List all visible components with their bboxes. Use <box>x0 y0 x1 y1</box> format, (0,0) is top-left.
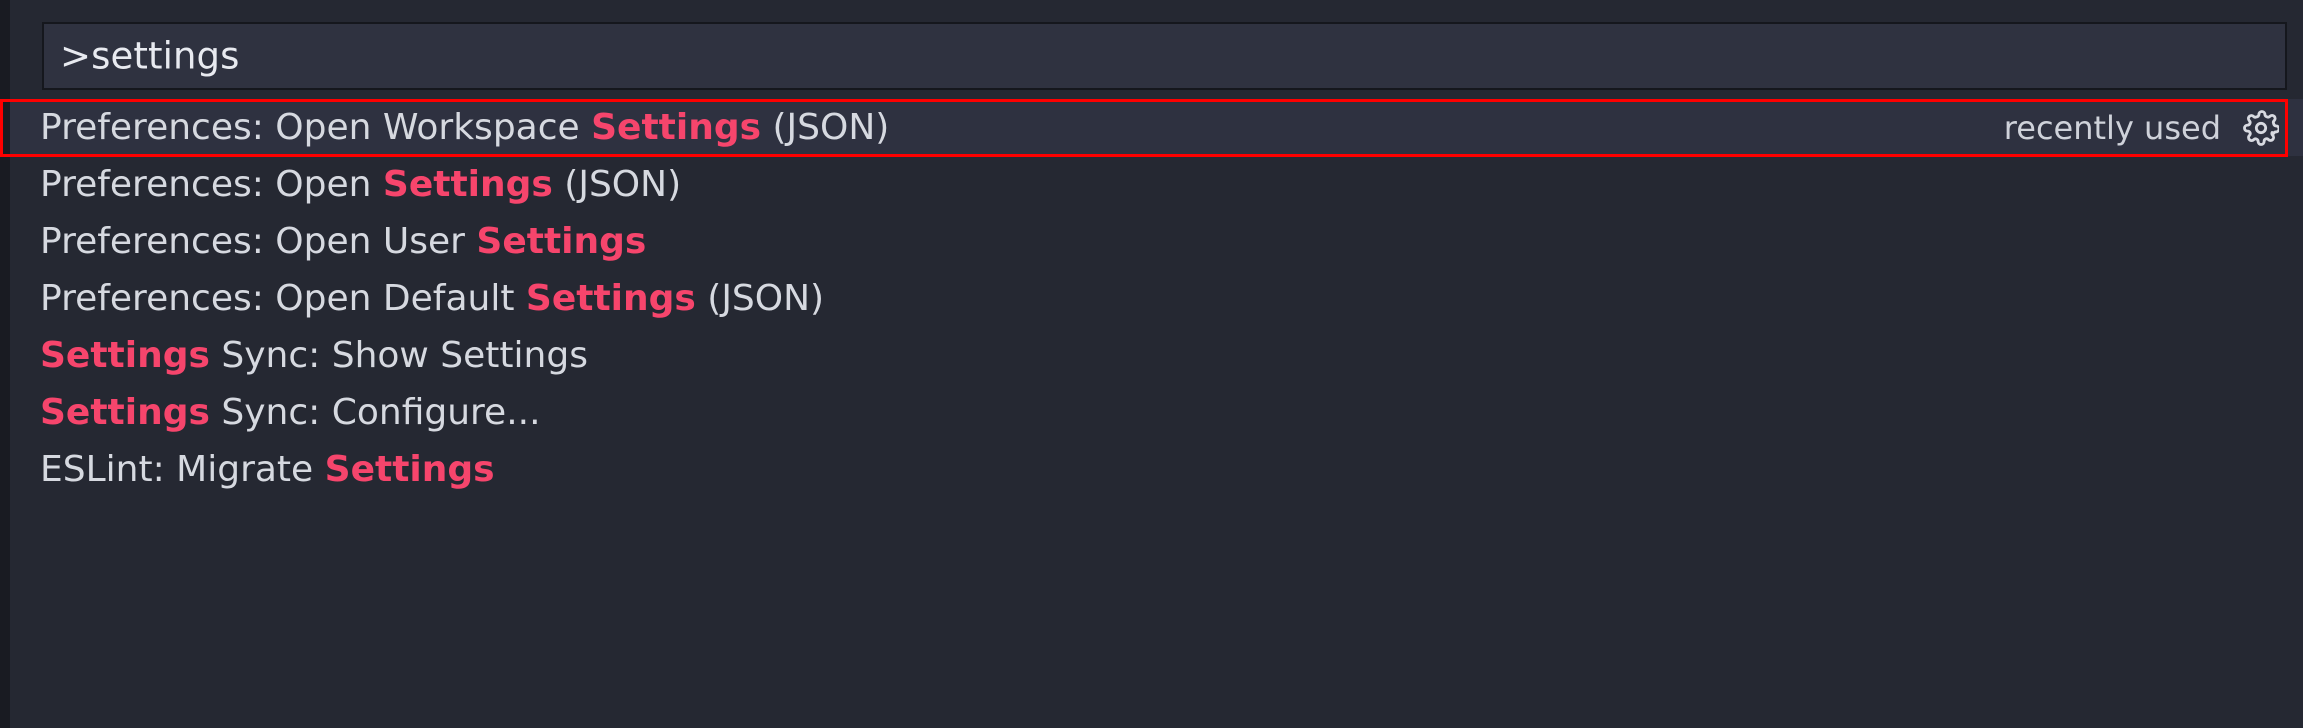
command-result-label: Preferences: Open Settings (JSON) <box>40 163 682 205</box>
result-row-trailing: recently used <box>2004 109 2303 147</box>
match-highlight-text: Settings <box>591 106 762 148</box>
result-text: (JSON) <box>552 163 682 205</box>
command-input-box[interactable]: >settings <box>42 22 2287 90</box>
result-text: Preferences: Open User <box>40 220 477 262</box>
command-result-row[interactable]: Settings Sync: Show Settings <box>10 327 2303 384</box>
result-text: (JSON) <box>761 106 890 148</box>
command-result-row[interactable]: Settings Sync: Configure... <box>10 384 2303 441</box>
result-text: Sync: Configure... <box>209 391 541 433</box>
command-palette: >settings Preferences: Open Workspace Se… <box>10 0 2303 728</box>
match-highlight-text: Settings <box>382 163 553 205</box>
gear-icon[interactable] <box>2243 109 2279 146</box>
result-text: (JSON) <box>695 277 825 319</box>
result-text: Sync: Show Settings <box>209 334 588 376</box>
command-result-row[interactable]: ESLint: Migrate Settings <box>10 441 2303 498</box>
command-input-text: settings <box>91 34 240 78</box>
command-input-value[interactable]: >settings <box>60 35 239 78</box>
command-result-label: Preferences: Open Default Settings (JSON… <box>40 277 825 319</box>
result-text: ESLint: Migrate <box>40 448 325 490</box>
command-results-list: Preferences: Open Workspace Settings (JS… <box>10 99 2303 498</box>
match-highlight-text: Settings <box>476 220 647 262</box>
match-highlight-text: Settings <box>40 334 210 376</box>
result-text: Preferences: Open Workspace <box>40 106 592 148</box>
command-result-row[interactable]: Preferences: Open User Settings <box>10 213 2303 270</box>
result-text: Preferences: Open Default <box>40 277 526 319</box>
command-result-label: Preferences: Open Workspace Settings (JS… <box>40 106 890 148</box>
command-result-row[interactable]: Preferences: Open Workspace Settings (JS… <box>10 99 2303 156</box>
command-result-row[interactable]: Preferences: Open Settings (JSON) <box>10 156 2303 213</box>
command-result-label: ESLint: Migrate Settings <box>40 448 495 490</box>
recently-used-badge: recently used <box>2003 108 2221 147</box>
command-result-label: Preferences: Open User Settings <box>40 220 647 262</box>
match-highlight-text: Settings <box>525 277 696 319</box>
left-gutter <box>0 0 10 728</box>
command-palette-screen: >settings Preferences: Open Workspace Se… <box>0 0 2303 728</box>
command-prefix-symbol: > <box>60 34 92 78</box>
result-text: Preferences: Open <box>40 163 383 205</box>
match-highlight-text: Settings <box>40 391 210 433</box>
command-result-row[interactable]: Preferences: Open Default Settings (JSON… <box>10 270 2303 327</box>
command-result-label: Settings Sync: Show Settings <box>40 334 588 376</box>
command-result-label: Settings Sync: Configure... <box>40 391 541 433</box>
match-highlight-text: Settings <box>324 448 495 490</box>
